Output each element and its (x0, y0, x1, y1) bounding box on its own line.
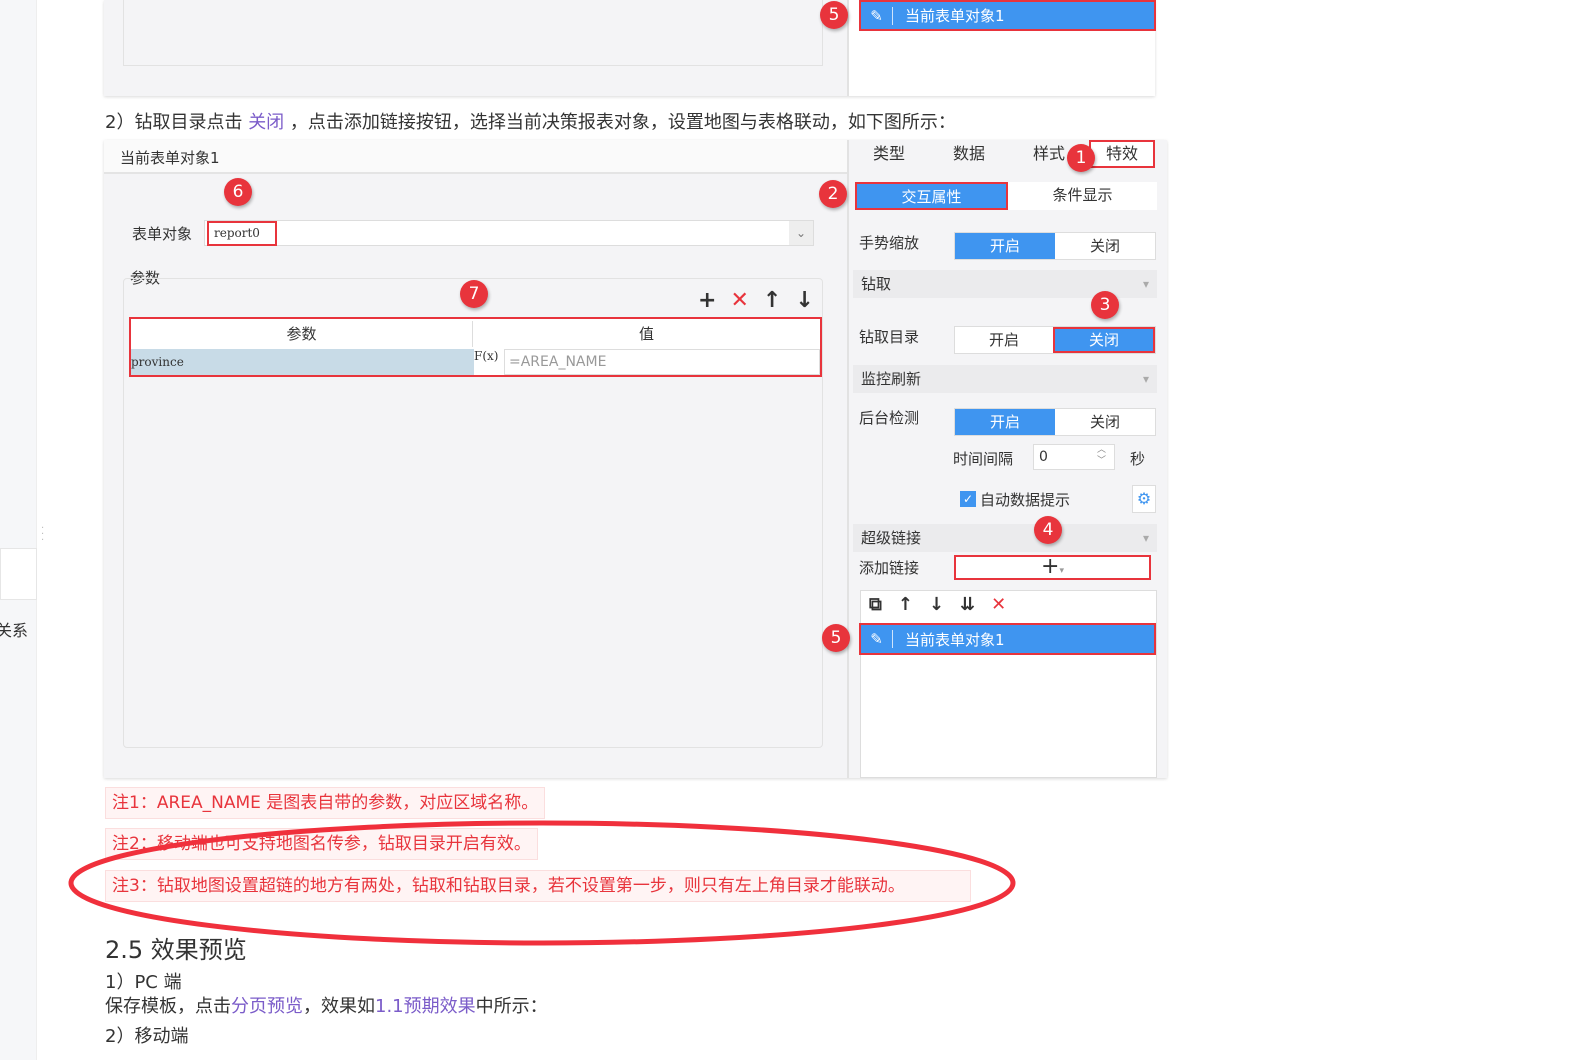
right-panel: ✎ 当前表单对象1 (847, 0, 1156, 96)
paged-preview-link[interactable]: 分页预览 (231, 996, 303, 1017)
config-screenshot: 当前表单对象1 6 表单对象 report0 ⌄ 参数 7 + ✕ ↑ ↓ 参数 值 … (104, 140, 1167, 778)
arrow-down-icon[interactable]: ↓ (795, 288, 813, 313)
arrow-up-icon[interactable]: ↑ (763, 288, 781, 313)
add-link-button[interactable]: +▾ (954, 555, 1151, 580)
top-screenshot: ✎ 当前表单对象1 5 (104, 0, 1156, 96)
link-item[interactable]: ✎ 当前表单对象1 (859, 0, 1156, 31)
expected-effect-link[interactable]: 1.1预期效果 (375, 996, 476, 1017)
monitor-section[interactable]: 监控刷新 (853, 365, 1157, 393)
delete-icon[interactable]: ✕ (730, 288, 748, 313)
badge-5: 5 (820, 1, 848, 29)
link-list: ⧉ ↑ ↓ ⇊ ✕ ✎ 当前表单对象1 (859, 590, 1157, 778)
badge-2: 2 (819, 180, 847, 208)
tab-effects[interactable]: 特效 (1089, 140, 1155, 168)
copy-icon[interactable]: ⧉ (869, 594, 882, 615)
pc-text: 保存模板，点击分页预览，效果如1.1预期效果中所示： (105, 996, 548, 1017)
params-table: 参数 值 province F(x) =AREA_NAME (129, 317, 822, 377)
panel-header: 当前表单对象1 (120, 149, 220, 167)
hyperlink-section[interactable]: 超级链接 (853, 524, 1157, 552)
add-icon[interactable]: + (698, 288, 716, 313)
arrow-down-icon[interactable]: ↓ (929, 594, 944, 615)
badge-4: 4 (1034, 516, 1062, 544)
panel-box (123, 0, 823, 66)
right-panel: 类型 数据 样式 特效 1 2 交互属性 条件显示 手势缩放 开启关闭 钻取 3… (819, 140, 1167, 778)
note-1: 注1：AREA_NAME 是图表自带的参数，对应区域名称。 (105, 787, 546, 819)
move-bottom-icon[interactable]: ⇊ (960, 594, 975, 615)
checkbox[interactable]: ✓ (960, 491, 976, 507)
badge-5: 5 (822, 624, 850, 652)
drill-dir-toggle[interactable]: 开启 关闭 (954, 326, 1156, 354)
backend-toggle[interactable]: 开启 关闭 (954, 408, 1156, 436)
formula-icon[interactable]: F(x) (474, 349, 502, 375)
sidebar-label[interactable]: 关系 (0, 617, 28, 641)
gesture-toggle[interactable]: 开启 关闭 (954, 232, 1156, 260)
spinner-icon[interactable]: ︿ ﹀ (1097, 445, 1106, 467)
subtab-interaction[interactable]: 交互属性 (855, 182, 1008, 210)
badge-1: 1 (1067, 144, 1095, 172)
drag-handle[interactable]: · · · (41, 524, 44, 546)
close-link[interactable]: 关闭 (248, 112, 284, 133)
delete-icon[interactable]: ✕ (991, 594, 1006, 615)
link-item[interactable]: ✎ 当前表单对象1 (859, 623, 1156, 655)
arrow-up-icon[interactable]: ↑ (898, 594, 913, 615)
pencil-icon: ✎ (861, 630, 893, 648)
value-cell[interactable]: =AREA_NAME (504, 349, 820, 375)
badge-7: 7 (460, 280, 488, 308)
param-cell[interactable]: province (131, 349, 474, 375)
form-label: 表单对象 (132, 225, 193, 243)
tab-type[interactable]: 类型 (849, 140, 929, 170)
badge-3: 3 (1091, 291, 1119, 319)
sidebar-box (0, 548, 37, 600)
param-toolbar: + ✕ ↑ ↓ (698, 288, 814, 313)
step2-text: 2）钻取目录点击 关闭 ，点击添加链接按钮，选择当前决策报表对象，设置地图与表格… (105, 112, 956, 133)
highlight-ellipse (68, 820, 1016, 946)
chevron-down-icon[interactable]: ⌄ (789, 221, 813, 245)
tab-data[interactable]: 数据 (929, 140, 1009, 170)
badge-6: 6 (224, 178, 252, 206)
section-title: 2.5 效果预览 (105, 936, 247, 964)
form-select[interactable]: report0 ⌄ (204, 220, 814, 246)
subtab-condition[interactable]: 条件显示 (1008, 182, 1157, 210)
pencil-icon: ✎ (861, 6, 893, 25)
left-sidebar: 关系 (0, 0, 37, 1060)
gear-icon[interactable]: ⚙ (1132, 485, 1156, 513)
